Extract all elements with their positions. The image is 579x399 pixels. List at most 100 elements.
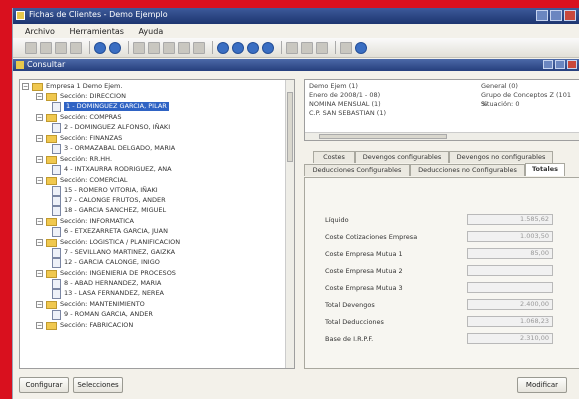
employee-icon (52, 186, 61, 196)
scroll-thumb[interactable] (287, 92, 293, 162)
folder-icon (46, 93, 57, 101)
find-icon[interactable] (193, 41, 205, 54)
folder-icon (46, 322, 57, 330)
copy-icon[interactable] (148, 41, 160, 54)
tree-item-label: 6 - ETXEZARRETA GARCIA, JUAN (64, 227, 168, 235)
total-value-field (467, 265, 553, 276)
info-horizontal-scrollbar[interactable] (305, 132, 579, 140)
first-icon[interactable] (217, 41, 229, 54)
menu-herramientas[interactable]: Herramientas (69, 27, 124, 36)
sort-icon[interactable] (301, 41, 313, 54)
tree-item-label: 7 - SEVILLANO MARTINEZ, GAIZKA (64, 248, 176, 256)
folder-icon (46, 135, 57, 143)
folder-icon (46, 239, 57, 247)
employee-icon (52, 196, 61, 206)
menubar: Archivo Herramientas Ayuda (13, 24, 579, 38)
inner-maximize-icon[interactable] (555, 60, 565, 69)
info-company: Demo Ejem (1) (309, 82, 358, 90)
open-icon[interactable] (40, 41, 52, 54)
window-icon (16, 61, 24, 69)
modify-button[interactable]: Modificar (517, 377, 567, 393)
employee-tree[interactable]: − Empresa 1 Demo Ejem. − Sección: DIRECCION… (19, 79, 295, 369)
employee-icon (52, 279, 61, 289)
tab-devengos-configurables[interactable]: Devengos configurables (355, 151, 449, 163)
stop-icon[interactable] (109, 41, 121, 54)
tree-vertical-scrollbar[interactable] (285, 80, 294, 368)
tree-item-label: Sección: FINANZAS (60, 134, 123, 142)
collapse-icon[interactable]: − (36, 218, 43, 225)
tree-item-label: Sección: MANTENIMIENTO (60, 300, 145, 308)
folder-icon (46, 301, 57, 309)
employee-icon (52, 310, 61, 320)
app-title-text: Fichas de Clientes - Demo Ejemplo (29, 10, 168, 19)
tree-item-label: Sección: DIRECCION (60, 92, 126, 100)
menu-ayuda[interactable]: Ayuda (139, 27, 164, 36)
previous-icon[interactable] (232, 41, 244, 54)
employee-icon (52, 206, 61, 216)
tab-deducciones-no-configurables[interactable]: Deducciones no Configurables (410, 164, 525, 176)
total-label: Coste Cotizaciones Empresa (325, 233, 418, 241)
paste-icon[interactable] (163, 41, 175, 54)
employee-icon (52, 258, 61, 268)
tab-totales[interactable]: Totales (525, 163, 565, 176)
info-payroll-type: NOMINA MENSUAL (1) (309, 100, 381, 108)
total-value-field: 85,00 (467, 248, 553, 259)
close-icon[interactable] (564, 10, 576, 21)
refresh-icon[interactable] (94, 41, 106, 54)
print-icon[interactable] (70, 41, 82, 54)
tree-item-label: 18 - GARCIA SANCHEZ, MIGUEL (64, 206, 167, 214)
info-situation: Situación: 0 (481, 100, 520, 108)
collapse-icon[interactable]: − (36, 270, 43, 277)
configure-button[interactable]: Configurar (19, 377, 69, 393)
tree-item-label: Sección: RR.HH. (60, 155, 113, 163)
total-label: Líquido (325, 216, 349, 224)
tree-item-label: Sección: COMERCIAL (60, 176, 128, 184)
minimize-icon[interactable] (536, 10, 548, 21)
last-icon[interactable] (262, 41, 274, 54)
total-label: Base de I.R.P.F. (325, 335, 374, 343)
app-window: Fichas de Clientes - Demo Ejemplo Archiv… (12, 8, 579, 399)
selections-button[interactable]: Selecciones (73, 377, 123, 393)
help-icon[interactable] (355, 41, 367, 54)
total-label: Total Deducciones (325, 318, 384, 326)
payroll-info-panel: Demo Ejem (1) General (0) Enero de 2008/… (304, 79, 579, 141)
maximize-icon[interactable] (550, 10, 562, 21)
consultar-title-text: Consultar (27, 60, 66, 69)
cut-icon[interactable] (133, 41, 145, 54)
tab-devengos-no-configurables[interactable]: Devengos no configurables (449, 151, 553, 163)
save-icon[interactable] (55, 41, 67, 54)
export-icon[interactable] (316, 41, 328, 54)
inner-minimize-icon[interactable] (543, 60, 553, 69)
app-titlebar: Fichas de Clientes - Demo Ejemplo (13, 8, 579, 24)
tab-deducciones-configurables[interactable]: Deducciones Configurables (304, 164, 410, 176)
tab-costes[interactable]: Costes (313, 151, 355, 163)
menu-archivo[interactable]: Archivo (25, 27, 55, 36)
filter-icon[interactable] (286, 41, 298, 54)
collapse-icon[interactable]: − (36, 322, 43, 329)
folder-icon (46, 114, 57, 122)
delete-icon[interactable] (178, 41, 190, 54)
tree-item-label: 9 - ROMAN GARCIA, ANDER (64, 310, 153, 318)
total-value-field: 1.585,62 (467, 214, 553, 225)
tree-item-label: Empresa 1 Demo Ejem. (46, 82, 123, 90)
info-period: Enero de 2008/1 - 08) (309, 91, 381, 99)
window-controls (534, 10, 576, 23)
tree-item-label: 12 - GARCIA CALONGE, INIGO (64, 258, 160, 266)
info-scroll-thumb[interactable] (319, 134, 447, 139)
total-value-field: 2.400,00 (467, 299, 553, 310)
total-value-field: 1.068,23 (467, 316, 553, 327)
collapse-icon[interactable]: − (22, 83, 29, 90)
new-icon[interactable] (25, 41, 37, 54)
collapse-icon[interactable]: − (36, 135, 43, 142)
next-icon[interactable] (247, 41, 259, 54)
collapse-icon[interactable]: − (36, 239, 43, 246)
collapse-icon[interactable]: − (36, 93, 43, 100)
collapse-icon[interactable]: − (36, 177, 43, 184)
collapse-icon[interactable]: − (36, 114, 43, 121)
total-value-field: 2.310,00 (467, 333, 553, 344)
info-line-4: C.P. SAN SEBASTIAN (1) (309, 109, 575, 118)
tools-icon[interactable] (340, 41, 352, 54)
collapse-icon[interactable]: − (36, 156, 43, 163)
collapse-icon[interactable]: − (36, 301, 43, 308)
inner-close-icon[interactable] (567, 60, 577, 69)
